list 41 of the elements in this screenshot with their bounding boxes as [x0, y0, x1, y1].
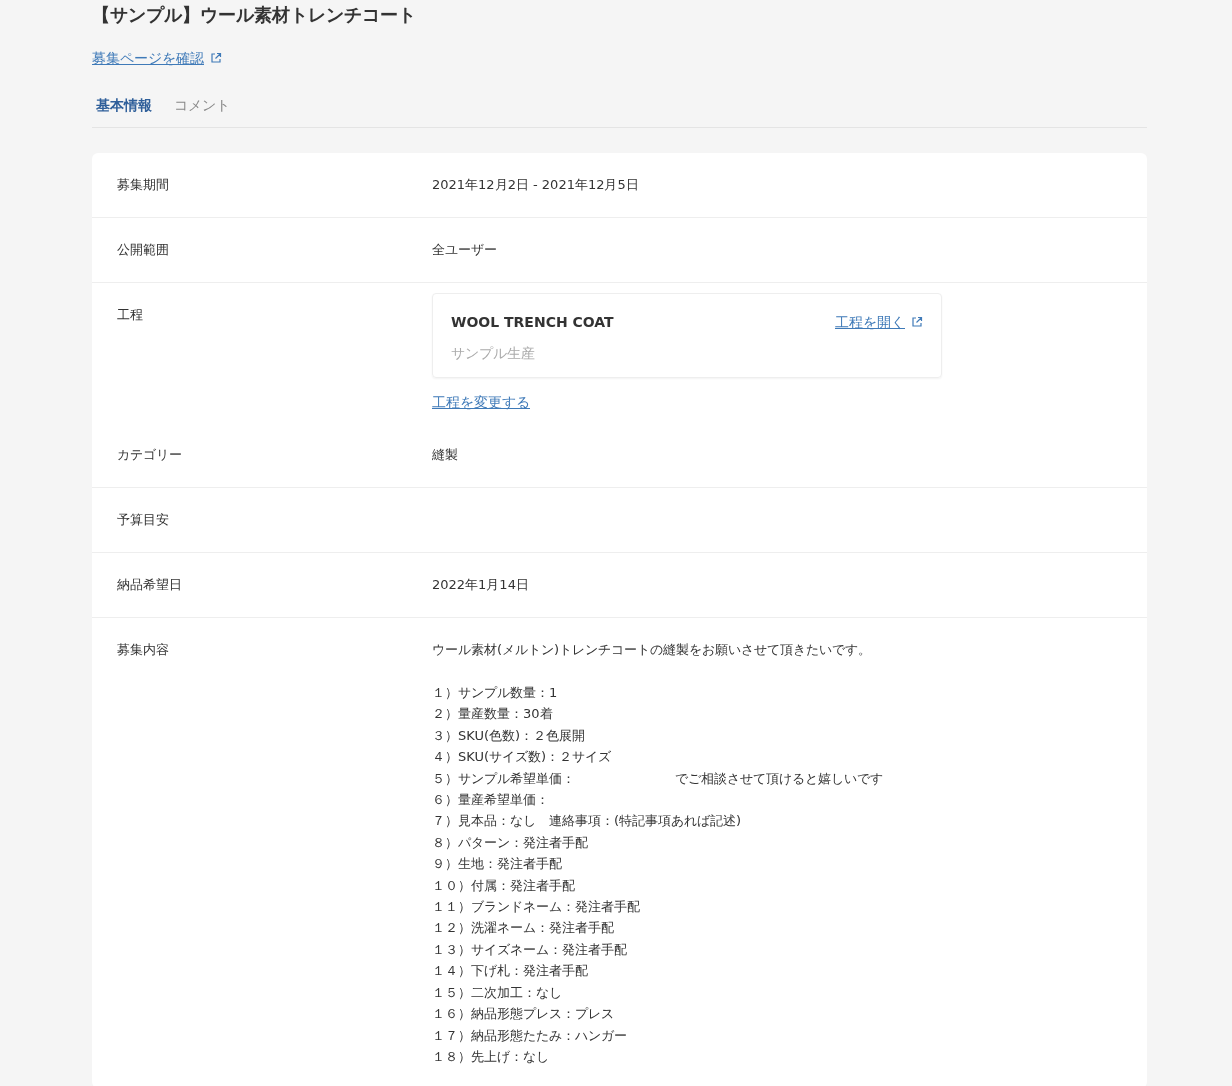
external-link-icon [911, 316, 923, 328]
description-line: ７）見本品：なし 連絡事項：(特記事項あれば記述) [432, 812, 742, 831]
description-line: １０）付属：発注者手配 [432, 876, 575, 895]
description-line: １６）納品形態プレス：プレス [432, 1005, 614, 1024]
open-process-link[interactable]: 工程を開く [835, 314, 905, 330]
description-line: ２）量産数量：30着 [432, 705, 553, 724]
field-value: 2022年1月14日 [432, 577, 529, 592]
description-line: １７）納品形態たたみ：ハンガー [432, 1026, 627, 1045]
description-line: １）サンプル数量：1 [432, 684, 558, 702]
description-line: ３）SKU(色数)：２色展開 [432, 726, 586, 745]
field-label: 公開範囲 [116, 241, 170, 259]
field-label: 募集内容 [116, 641, 170, 659]
process-name: WOOL TRENCH COAT [451, 313, 614, 332]
field-label: 工程 [116, 306, 144, 324]
field-label: 予算目安 [116, 511, 170, 529]
description-text: ウール素材(メルトン)トレンチコートの縫製をお願いさせて頂きたいです。 [432, 641, 873, 659]
tab[interactable]: コメント [170, 93, 234, 119]
external-link-icon [210, 52, 222, 64]
page-title: 【サンプル】ウール素材トレンチコート [92, 3, 417, 27]
description-line: １２）洗濯ネーム：発注者手配 [432, 919, 614, 938]
field-value: 2021年12月2日 - 2021年12月5日 [432, 177, 639, 192]
field-value: 全ユーザー [432, 242, 497, 257]
recruit-page-link[interactable]: 募集ページを確認 [92, 48, 204, 68]
tab[interactable]: 基本情報 [92, 93, 156, 119]
description-line: １４）下げ札：発注者手配 [432, 962, 588, 981]
description-line: １５）二次加工：なし [432, 983, 562, 1002]
process-type: サンプル生産 [451, 344, 536, 363]
field-label: 募集期間 [116, 176, 170, 194]
change-process-link[interactable]: 工程を変更する [432, 392, 530, 412]
description-line: ５）サンプル希望単価： [432, 769, 575, 788]
description-line: １８）先上げ：なし [432, 1047, 549, 1066]
description-line: ８）パターン：発注者手配 [432, 833, 588, 852]
field-value: 縫製 [432, 447, 458, 462]
description-line: １１）ブランドネーム：発注者手配 [432, 898, 640, 917]
description-line: ４）SKU(サイズ数)：２サイズ [432, 748, 612, 767]
field-label: カテゴリー [116, 446, 183, 464]
description-line: ９）生地：発注者手配 [432, 855, 562, 874]
field-label: 納品希望日 [116, 576, 183, 594]
description-line: ６）量産希望単価： [432, 791, 549, 810]
description-line: １３）サイズネーム：発注者手配 [432, 940, 627, 959]
description-line: でご相談させて頂けると嬉しいです [675, 769, 883, 788]
